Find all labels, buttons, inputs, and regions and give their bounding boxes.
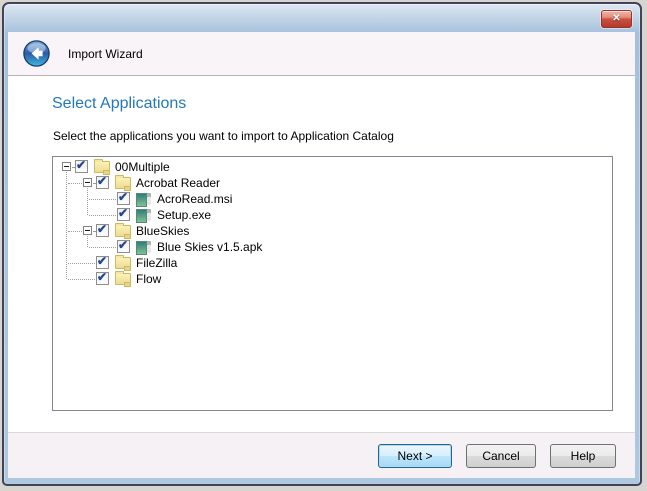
- tree-connector-line: [93, 183, 95, 184]
- folder-icon: [115, 273, 131, 285]
- tree-item-checkbox[interactable]: ✔: [117, 208, 130, 221]
- tree-item-checkbox[interactable]: ✔: [96, 272, 109, 285]
- page-content: Select Applications Select the applicati…: [8, 76, 635, 432]
- cancel-button[interactable]: Cancel: [466, 444, 536, 468]
- tree-item[interactable]: ✔ Setup.exe: [53, 207, 612, 223]
- import-wizard-window: ✕ Import Wizard: [2, 2, 642, 486]
- help-button[interactable]: Help: [550, 444, 616, 468]
- tree-item[interactable]: ✔ Flow: [53, 271, 612, 287]
- tree-item-label: FileZilla: [136, 256, 177, 270]
- tree-item[interactable]: ✔ Blue Skies v1.5.apk: [53, 239, 612, 255]
- tree-connector-line: [68, 263, 95, 264]
- tree-connector-line: [93, 231, 95, 232]
- checkmark-icon: ✔: [97, 174, 107, 188]
- tree-connector-line: [68, 183, 82, 184]
- checkmark-icon: ✔: [97, 254, 107, 268]
- titlebar[interactable]: ✕: [4, 4, 640, 32]
- folder-icon: [115, 225, 131, 237]
- tree-item-label: AcroRead.msi: [157, 192, 232, 206]
- tree-item-label: BlueSkies: [136, 224, 189, 238]
- tree-item-checkbox[interactable]: ✔: [117, 192, 130, 205]
- folder-icon: [115, 257, 131, 269]
- tree-item-checkbox[interactable]: ✔: [96, 224, 109, 237]
- folder-icon: [115, 177, 131, 189]
- close-button[interactable]: ✕: [601, 10, 632, 28]
- package-icon: [136, 193, 151, 205]
- folder-icon: [94, 161, 110, 173]
- tree-connector-line: [89, 247, 116, 248]
- tree-connector-line: [89, 215, 116, 216]
- footer: Next > Cancel Help: [8, 432, 635, 478]
- tree-view[interactable]: ✔00Multiple✔Acrobat Reader✔AcroRead.msi✔…: [52, 156, 613, 411]
- tree-item[interactable]: ✔ FileZilla: [53, 255, 612, 271]
- checkmark-icon: ✔: [97, 270, 107, 284]
- tree-expander-collapse-icon[interactable]: [62, 162, 71, 171]
- wizard-header: Import Wizard: [8, 32, 635, 76]
- tree-item-label: Blue Skies v1.5.apk: [157, 240, 262, 254]
- tree-item-checkbox[interactable]: ✔: [96, 256, 109, 269]
- checkmark-icon: ✔: [118, 206, 128, 220]
- tree-item[interactable]: ✔ BlueSkies: [53, 223, 612, 239]
- close-icon: ✕: [612, 13, 620, 24]
- checkmark-icon: ✔: [97, 222, 107, 236]
- client-area: Import Wizard Select Applications Select…: [8, 32, 635, 478]
- package-icon: [136, 209, 151, 221]
- tree-item[interactable]: ✔ 00Multiple: [53, 159, 612, 175]
- tree-item[interactable]: ✔ Acrobat Reader: [53, 175, 612, 191]
- tree-guide-line: [66, 172, 67, 279]
- tree-item[interactable]: ✔ AcroRead.msi: [53, 191, 612, 207]
- tree-connector-line: [72, 167, 74, 168]
- tree-expander-collapse-icon[interactable]: [83, 226, 92, 235]
- next-button[interactable]: Next >: [378, 444, 452, 468]
- checkmark-icon: ✔: [118, 238, 128, 252]
- tree-connector-line: [89, 199, 116, 200]
- back-button[interactable]: [23, 40, 50, 67]
- back-arrow-icon: [23, 40, 50, 67]
- tree-item-label: Acrobat Reader: [136, 176, 220, 190]
- tree-guide-line: [87, 236, 88, 247]
- checkmark-icon: ✔: [118, 190, 128, 204]
- package-icon: [136, 241, 151, 253]
- tree-item-label: 00Multiple: [115, 160, 170, 174]
- tree-item-checkbox[interactable]: ✔: [96, 176, 109, 189]
- tree-item-label: Setup.exe: [157, 208, 211, 222]
- tree-guide-line: [87, 188, 88, 215]
- tree-item-checkbox[interactable]: ✔: [117, 240, 130, 253]
- tree-item-label: Flow: [136, 272, 161, 286]
- checkmark-icon: ✔: [76, 158, 86, 172]
- wizard-title: Import Wizard: [68, 47, 143, 61]
- page-title: Select Applications: [52, 95, 186, 113]
- page-description: Select the applications you want to impo…: [53, 129, 394, 143]
- tree-connector-line: [68, 279, 95, 280]
- tree-connector-line: [68, 231, 82, 232]
- tree-expander-collapse-icon[interactable]: [83, 178, 92, 187]
- tree-item-checkbox[interactable]: ✔: [75, 160, 88, 173]
